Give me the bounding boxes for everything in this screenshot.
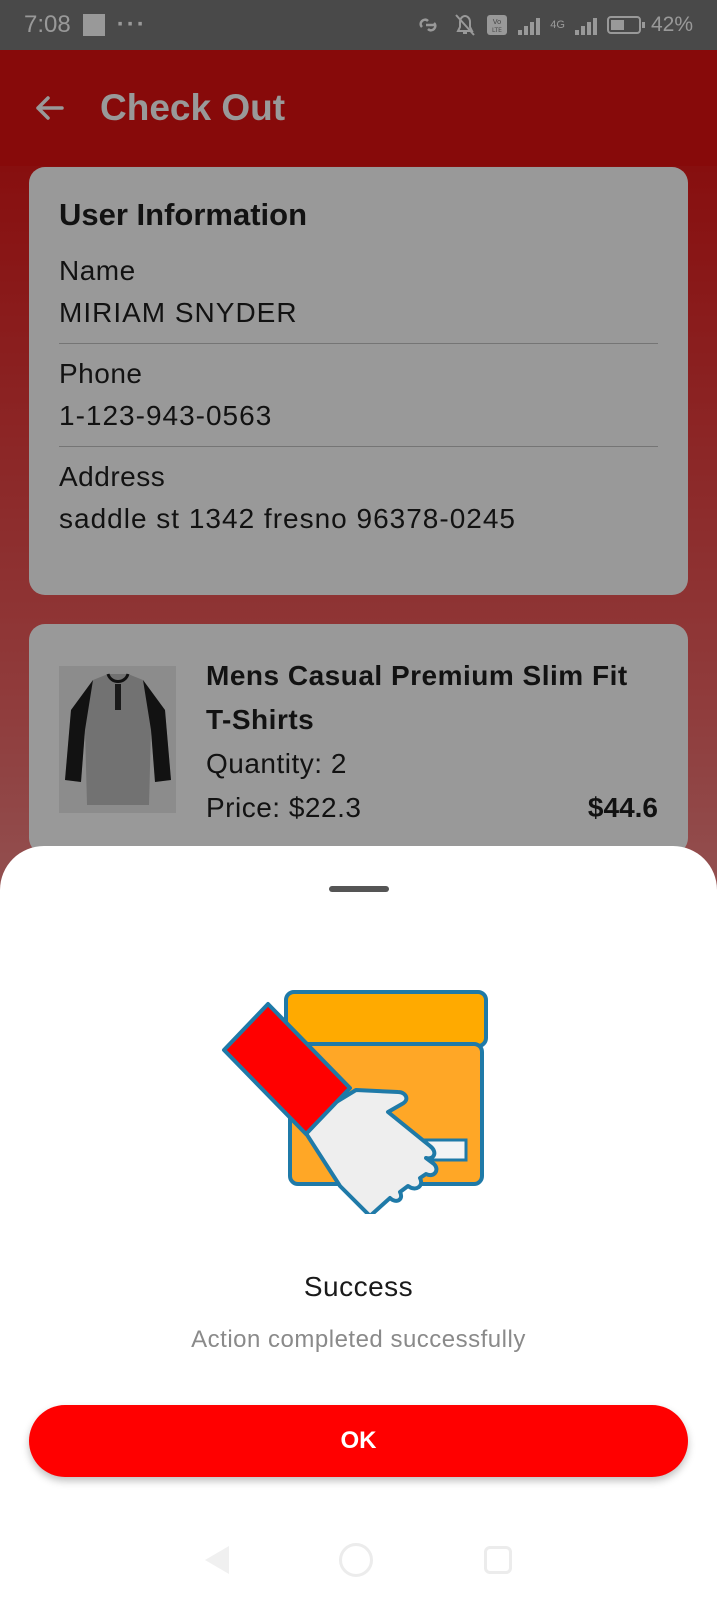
nav-recents-icon[interactable] [483,1546,512,1574]
drag-handle[interactable] [329,886,389,892]
nav-home-icon[interactable] [339,1543,374,1577]
system-nav-bar [0,1530,717,1590]
delivery-handshake-illustration [222,990,488,1214]
nav-back-icon[interactable] [205,1546,230,1574]
success-title: Success [303,1271,414,1302]
ok-button[interactable]: OK [29,1405,688,1477]
success-bottom-sheet: Success Action completed successfully OK [0,846,717,1600]
success-message: Action completed successfully [191,1326,526,1353]
